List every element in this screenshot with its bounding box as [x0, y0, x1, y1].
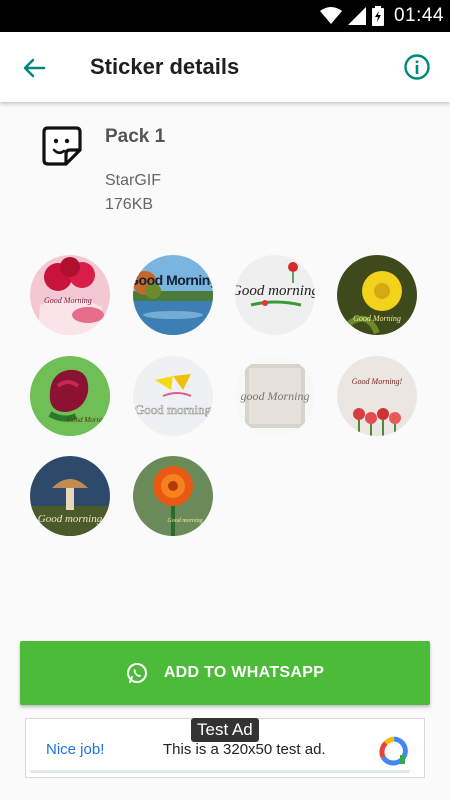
arrow-back-icon[interactable]	[18, 52, 50, 84]
sticker-8-text: Good Morning!	[352, 377, 403, 386]
add-to-whatsapp-label: ADD TO WHATSAPP	[163, 664, 325, 681]
sticker-9[interactable]: Good morning	[30, 456, 110, 536]
ad-description: This is a 320x50 test ad.	[163, 741, 326, 758]
sticker-5-text: Good Morning	[67, 416, 109, 424]
sticker-6[interactable]: Good morning	[133, 356, 213, 436]
sticker-2-text: Good Morning	[133, 272, 213, 288]
page-title: Sticker details	[90, 54, 240, 79]
battery-icon	[371, 6, 384, 26]
sticker-5[interactable]: Good Morning	[30, 356, 110, 436]
sticker-3[interactable]: Good morning	[235, 255, 315, 335]
add-to-whatsapp-button[interactable]: ADD TO WHATSAPP	[20, 641, 430, 705]
sticker-4-text: Good Morning	[353, 314, 401, 323]
sticker-3-text: Good morning	[235, 283, 315, 299]
sticker-7[interactable]: good Morning	[235, 356, 315, 436]
sticker-6-text: Good morning	[135, 402, 212, 417]
status-icons: 01:44	[319, 0, 444, 32]
sticker-7-text: good Morning	[241, 389, 310, 403]
pack-publisher: StarGIF	[105, 172, 162, 189]
ad-logo-icon	[379, 736, 408, 766]
sticker-8[interactable]: Good Morning!	[337, 356, 417, 436]
sticker-1[interactable]: Good Morning	[30, 255, 110, 335]
sticker-10[interactable]: Good morning	[133, 456, 213, 536]
ad-badge: Test Ad	[191, 718, 259, 742]
sticker-4[interactable]: Good Morning	[337, 255, 417, 335]
wifi-icon	[319, 7, 342, 24]
info-icon[interactable]	[402, 52, 432, 82]
app-bar: Sticker details	[0, 32, 450, 102]
signal-icon	[347, 7, 366, 25]
whatsapp-icon	[126, 663, 147, 683]
ad-nice-text: Nice job!	[46, 741, 105, 758]
status-time: 01:44	[393, 5, 444, 26]
ad-divider	[30, 770, 410, 773]
sticker-1-text: Good Morning	[44, 296, 92, 305]
status-bar: 01:44	[0, 0, 450, 32]
sticker-2[interactable]: Good Morning	[133, 255, 213, 335]
pack-name: Pack 1	[105, 126, 166, 147]
ad-banner[interactable]: Test Ad Nice job! This is a 320x50 test …	[25, 718, 425, 778]
sticker-10-text: Good morning	[167, 518, 202, 524]
sticker-9-text: Good morning	[38, 513, 103, 525]
pack-size: 176KB	[105, 196, 154, 213]
sticker-icon	[42, 126, 82, 166]
